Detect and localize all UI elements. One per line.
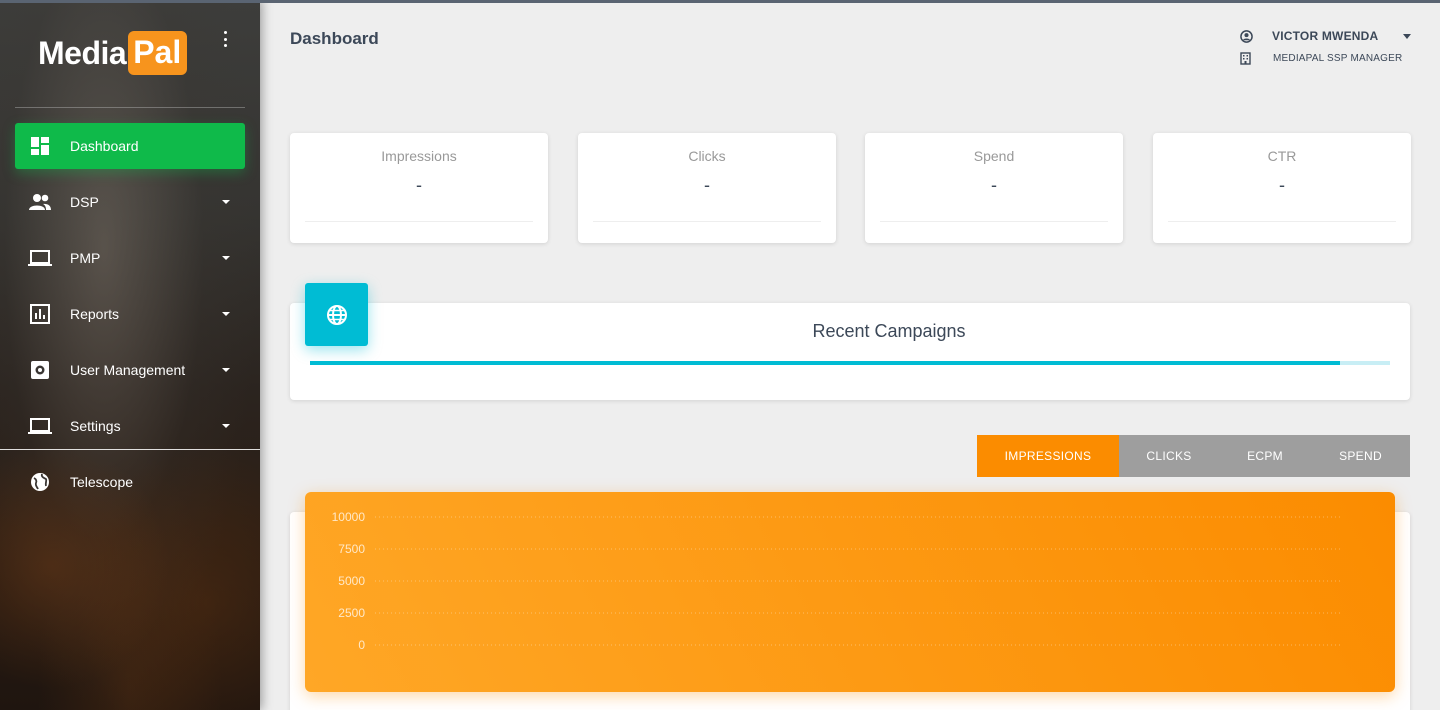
- people-icon: [28, 190, 52, 214]
- stat-divider: [593, 221, 821, 222]
- sidebar: Media Pal Dashboard DSP PMP Reports User…: [0, 0, 260, 710]
- stat-value: -: [1279, 175, 1285, 195]
- chevron-down-icon: [222, 368, 230, 372]
- sidebar-item-label: Reports: [70, 306, 120, 322]
- stat-card-spend: Spend -: [865, 133, 1123, 243]
- sidebar-divider: [0, 449, 260, 450]
- user-role: MEDIAPAL SSP MANAGER: [1273, 52, 1403, 64]
- logo-text-media: Media: [38, 34, 127, 71]
- more-vert-icon[interactable]: [218, 30, 232, 48]
- app-logo[interactable]: Media Pal: [38, 30, 188, 76]
- tab-ecpm[interactable]: ECPM: [1219, 435, 1311, 477]
- user-menu[interactable]: VICTOR MWENDA MEDIAPAL SSP MANAGER: [1240, 28, 1420, 66]
- chevron-down-icon[interactable]: [1403, 34, 1411, 39]
- stat-label: CTR: [1267, 148, 1297, 164]
- y-tick-label: 10000: [332, 510, 366, 524]
- tab-impressions[interactable]: IMPRESSIONS: [977, 435, 1119, 477]
- account-circle-icon: [1240, 29, 1253, 43]
- y-tick-label: 5000: [338, 574, 365, 588]
- top-border: [0, 0, 1440, 3]
- chevron-down-icon: [222, 200, 230, 204]
- campaigns-progress-fill: [310, 361, 1341, 365]
- sidebar-item-label: User Management: [70, 362, 186, 378]
- stat-value: -: [991, 175, 997, 195]
- stat-label: Impressions: [381, 148, 457, 164]
- dashboard-icon: [28, 134, 52, 158]
- chart-svg: 10000 7500 5000 2500 0: [332, 510, 1340, 652]
- y-tick-label: 2500: [338, 606, 365, 620]
- chevron-down-icon: [222, 256, 230, 260]
- settings-box-icon: [28, 358, 52, 382]
- sidebar-item-label: DSP: [70, 194, 99, 210]
- metric-tabs: IMPRESSIONS CLICKS ECPM SPEND: [977, 435, 1410, 477]
- chevron-down-icon: [222, 424, 230, 428]
- sidebar-item-pmp[interactable]: PMP: [15, 235, 245, 281]
- stat-value: -: [416, 175, 422, 195]
- sidebar-item-label: Dashboard: [70, 138, 139, 154]
- impressions-chart: 10000 7500 5000 2500 0: [305, 492, 1395, 692]
- sidebar-item-reports[interactable]: Reports: [15, 291, 245, 337]
- recent-campaigns-card: Recent Campaigns: [290, 303, 1410, 400]
- sidebar-item-label: Settings: [70, 418, 121, 434]
- y-tick-label: 7500: [338, 542, 365, 556]
- sidebar-item-telescope[interactable]: Telescope: [15, 459, 245, 505]
- stat-card-impressions: Impressions -: [290, 133, 548, 243]
- stat-label: Clicks: [688, 148, 726, 164]
- sidebar-divider: [15, 107, 245, 108]
- building-icon: [1240, 51, 1251, 65]
- sidebar-item-settings[interactable]: Settings: [15, 403, 245, 449]
- stat-card-clicks: Clicks -: [578, 133, 836, 243]
- campaigns-progress-bar: [310, 361, 1390, 365]
- stat-divider: [1168, 221, 1396, 222]
- tab-spend[interactable]: SPEND: [1311, 435, 1410, 477]
- stat-divider: [305, 221, 533, 222]
- sidebar-item-dashboard[interactable]: Dashboard: [15, 123, 245, 169]
- sidebar-item-dsp[interactable]: DSP: [15, 179, 245, 225]
- user-name: VICTOR MWENDA: [1272, 29, 1379, 43]
- stat-divider: [880, 221, 1108, 222]
- sidebar-item-user-management[interactable]: User Management: [15, 347, 245, 393]
- laptop-icon: [28, 246, 52, 270]
- logo-text-pal: Pal: [128, 31, 188, 75]
- recent-campaigns-title: Recent Campaigns: [812, 321, 966, 341]
- bar-chart-icon: [28, 302, 52, 326]
- tab-clicks[interactable]: CLICKS: [1119, 435, 1219, 477]
- chevron-down-icon: [222, 312, 230, 316]
- stat-label: Spend: [973, 148, 1015, 164]
- laptop-icon: [28, 414, 52, 438]
- sidebar-item-label: PMP: [70, 250, 101, 266]
- page-title: Dashboard: [290, 29, 379, 48]
- sidebar-item-label: Telescope: [70, 474, 134, 490]
- y-tick-label: 0: [358, 638, 365, 652]
- globe-icon: [28, 470, 52, 494]
- globe-icon: [305, 283, 368, 346]
- stat-card-ctr: CTR -: [1153, 133, 1411, 243]
- stat-value: -: [704, 175, 710, 195]
